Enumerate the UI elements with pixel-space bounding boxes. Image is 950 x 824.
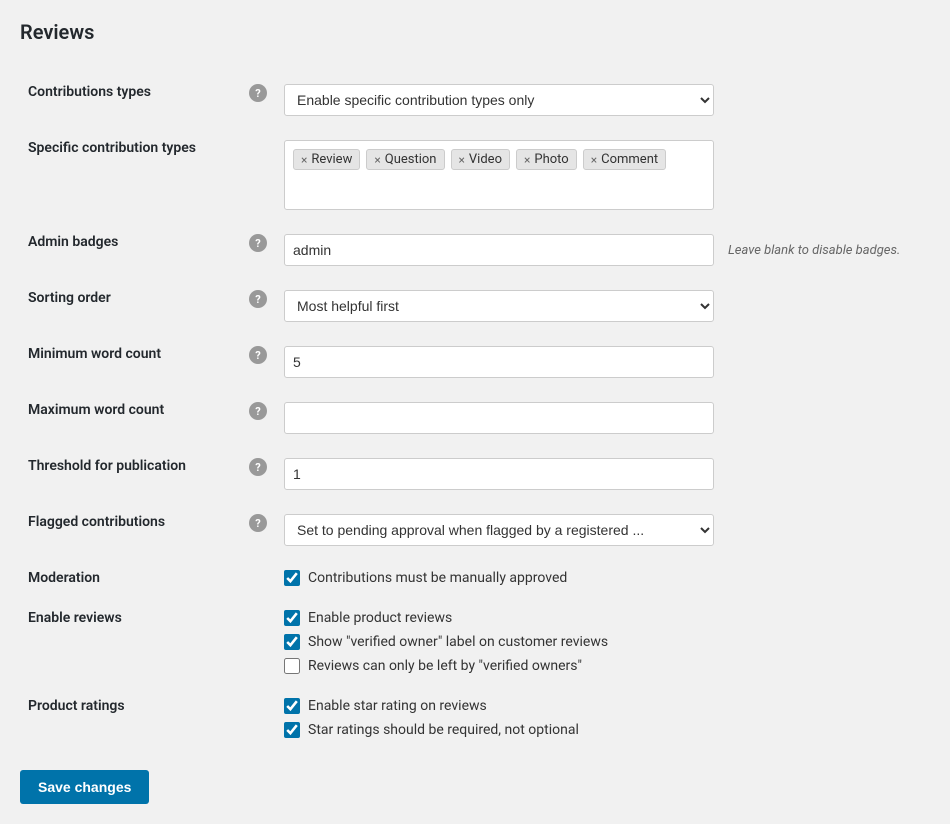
product-ratings-checkbox-row-1: Enable star rating on reviews (284, 698, 922, 714)
enable-star-rating-checkbox[interactable] (284, 698, 300, 714)
star-ratings-required-label: Star ratings should be required, not opt… (308, 722, 579, 738)
help-icon-maximum-word-count[interactable]: ? (249, 402, 267, 420)
help-icon-minimum-word-count[interactable]: ? (249, 346, 267, 364)
tag-question[interactable]: ×Question (366, 149, 444, 170)
label-product-ratings: Product ratings (20, 686, 240, 750)
tag-video[interactable]: ×Video (451, 149, 510, 170)
row-maximum-word-count: Maximum word count ? (20, 390, 930, 446)
admin-badges-hint: Leave blank to disable badges. (728, 243, 900, 258)
contributions-types-select[interactable]: Enable specific contribution types only … (284, 84, 714, 116)
flagged-contributions-select[interactable]: Set to pending approval when flagged by … (284, 514, 714, 546)
row-threshold-publication: Threshold for publication ? (20, 446, 930, 502)
settings-table: Contributions types ? Enable specific co… (20, 72, 930, 750)
moderation-checkbox-row: Contributions must be manually approved (284, 570, 922, 586)
show-verified-owner-label: Show "verified owner" label on customer … (308, 634, 608, 650)
save-changes-button[interactable]: Save changes (20, 770, 149, 804)
enable-reviews-checkbox-row-1: Enable product reviews (284, 610, 922, 626)
label-contributions-types: Contributions types (20, 72, 240, 128)
enable-product-reviews-label: Enable product reviews (308, 610, 452, 626)
label-moderation: Moderation (20, 558, 240, 598)
help-icon-contributions-types[interactable]: ? (249, 84, 267, 102)
label-enable-reviews: Enable reviews (20, 598, 240, 686)
tag-x-question[interactable]: × (374, 153, 380, 167)
tags-box: ×Review ×Question ×Video ×Photo ×Comment (284, 140, 714, 210)
enable-product-reviews-checkbox[interactable] (284, 610, 300, 626)
label-flagged-contributions: Flagged contributions (20, 502, 240, 558)
row-contributions-types: Contributions types ? Enable specific co… (20, 72, 930, 128)
row-moderation: Moderation Contributions must be manuall… (20, 558, 930, 598)
row-product-ratings: Product ratings Enable star rating on re… (20, 686, 930, 750)
maximum-word-count-input[interactable] (284, 402, 714, 434)
moderation-manual-label: Contributions must be manually approved (308, 570, 567, 586)
threshold-publication-input[interactable] (284, 458, 714, 490)
row-admin-badges: Admin badges ? Leave blank to disable ba… (20, 222, 930, 278)
tag-review[interactable]: ×Review (293, 149, 360, 170)
label-admin-badges: Admin badges (20, 222, 240, 278)
reviews-verified-only-checkbox[interactable] (284, 658, 300, 674)
tag-x-photo[interactable]: × (524, 153, 530, 167)
enable-reviews-checkbox-row-3: Reviews can only be left by "verified ow… (284, 658, 922, 674)
help-icon-flagged-contributions[interactable]: ? (249, 514, 267, 532)
tag-comment[interactable]: ×Comment (583, 149, 666, 170)
row-flagged-contributions: Flagged contributions ? Set to pending a… (20, 502, 930, 558)
tag-x-video[interactable]: × (459, 153, 465, 167)
help-icon-admin-badges[interactable]: ? (249, 234, 267, 252)
tag-x-review[interactable]: × (301, 153, 307, 167)
tag-x-comment[interactable]: × (591, 153, 597, 167)
row-specific-contribution-types: Specific contribution types ×Review ×Que… (20, 128, 930, 222)
row-minimum-word-count: Minimum word count ? (20, 334, 930, 390)
admin-badges-input[interactable] (284, 234, 714, 266)
help-icon-sorting-order[interactable]: ? (249, 290, 267, 308)
moderation-manual-checkbox[interactable] (284, 570, 300, 586)
minimum-word-count-input[interactable] (284, 346, 714, 378)
help-icon-threshold-publication[interactable]: ? (249, 458, 267, 476)
admin-badges-row: Leave blank to disable badges. (284, 234, 922, 266)
reviews-verified-only-label: Reviews can only be left by "verified ow… (308, 658, 582, 674)
label-sorting-order: Sorting order (20, 278, 240, 334)
sorting-order-select[interactable]: Most helpful first Newest first Oldest f… (284, 290, 714, 322)
tag-photo[interactable]: ×Photo (516, 149, 577, 170)
label-maximum-word-count: Maximum word count (20, 390, 240, 446)
enable-reviews-checkbox-row-2: Show "verified owner" label on customer … (284, 634, 922, 650)
product-ratings-checkbox-row-2: Star ratings should be required, not opt… (284, 722, 922, 738)
label-specific-contribution-types: Specific contribution types (20, 128, 240, 222)
enable-star-rating-label: Enable star rating on reviews (308, 698, 487, 714)
star-ratings-required-checkbox[interactable] (284, 722, 300, 738)
page-title: Reviews (20, 20, 930, 52)
show-verified-owner-checkbox[interactable] (284, 634, 300, 650)
row-enable-reviews: Enable reviews Enable product reviews Sh… (20, 598, 930, 686)
row-sorting-order: Sorting order ? Most helpful first Newes… (20, 278, 930, 334)
label-minimum-word-count: Minimum word count (20, 334, 240, 390)
label-threshold-publication: Threshold for publication (20, 446, 240, 502)
